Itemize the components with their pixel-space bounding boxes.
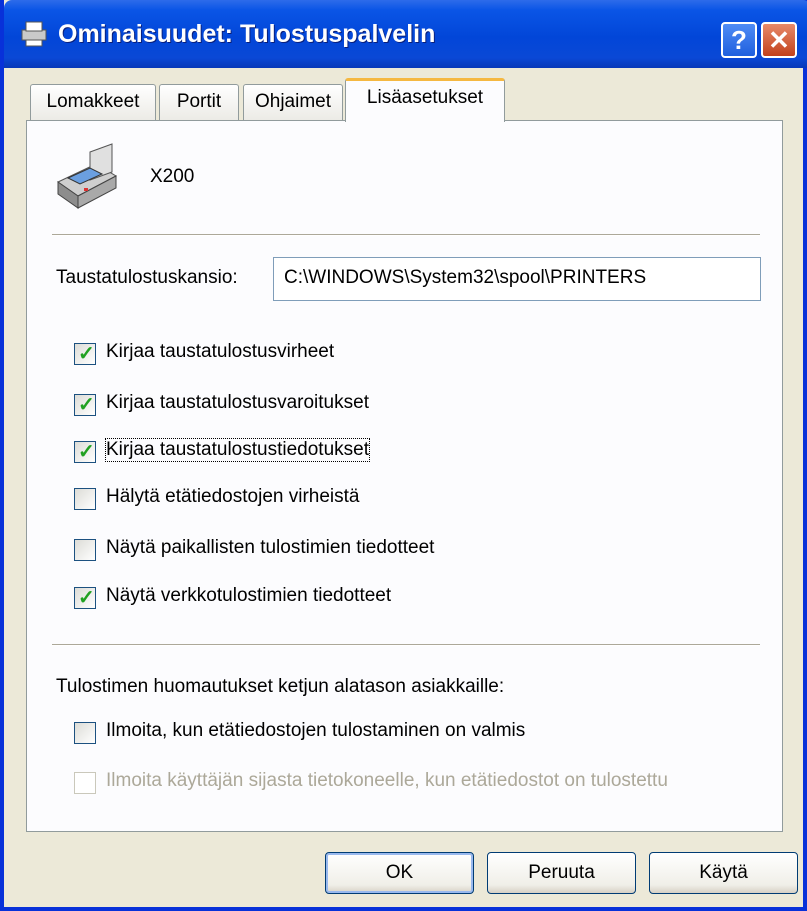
tab-ohjaimet[interactable]: Ohjaimet — [243, 84, 343, 120]
checkbox-label: Kirjaa taustatulostustiedotukset — [105, 438, 370, 462]
cancel-button[interactable]: Peruuta — [487, 852, 636, 894]
checkbox-label: Kirjaa taustatulostusvirheet — [106, 341, 335, 362]
printer-name: X200 — [150, 166, 195, 187]
checkbox-box[interactable] — [74, 539, 96, 561]
title-bar[interactable]: Ominaisuudet: Tulostuspalvelin ? ✕ — [4, 0, 807, 68]
apply-button[interactable]: Käytä — [649, 852, 798, 894]
spool-folder-label: Taustatulostuskansio: — [56, 267, 238, 288]
tab-lisaasetukset[interactable]: Lisäasetukset — [345, 78, 505, 122]
checkbox-box[interactable]: ✓ — [74, 394, 96, 416]
checkbox-box[interactable]: ✓ — [74, 587, 96, 609]
separator-bottom — [52, 644, 760, 646]
checkbox-box[interactable] — [74, 488, 96, 510]
window-title: Ominaisuudet: Tulostuspalvelin — [58, 20, 436, 48]
checkbox-label: Kirjaa taustatulostusvaroitukset — [106, 392, 369, 413]
checkbox-label: Näytä paikallisten tulostimien tiedottee… — [106, 537, 435, 558]
check-icon: ✓ — [78, 587, 95, 609]
close-button[interactable]: ✕ — [761, 22, 797, 58]
printer-server-icon — [21, 21, 47, 47]
downlevel-heading: Tulostimen huomautukset ketjun alatason … — [56, 676, 505, 697]
check-icon: ✓ — [78, 343, 95, 365]
checkbox-label: Hälytä etätiedostojen virheistä — [106, 486, 360, 507]
ok-button[interactable]: OK — [325, 852, 474, 894]
checkbox-label: Ilmoita, kun etätiedostojen tulostaminen… — [106, 720, 526, 741]
printer-icon — [57, 143, 118, 209]
tab-portit[interactable]: Portit — [159, 84, 239, 120]
check-icon: ✓ — [78, 394, 95, 416]
checkbox-label: Ilmoita käyttäjän sijasta tietokoneelle,… — [106, 770, 668, 791]
checkbox-box[interactable]: ✓ — [74, 441, 96, 463]
separator-top — [52, 234, 760, 236]
tab-lomakkeet[interactable]: Lomakkeet — [30, 84, 156, 120]
checkbox-label: Näytä verkkotulostimien tiedotteet — [106, 585, 392, 606]
check-icon: ✓ — [78, 441, 95, 463]
help-button[interactable]: ? — [721, 22, 757, 58]
checkbox-box[interactable] — [74, 722, 96, 744]
spool-folder-input[interactable]: C:\WINDOWS\System32\spool\PRINTERS — [273, 257, 761, 301]
checkbox-box[interactable]: ✓ — [74, 343, 96, 365]
checkbox-box — [74, 772, 96, 794]
